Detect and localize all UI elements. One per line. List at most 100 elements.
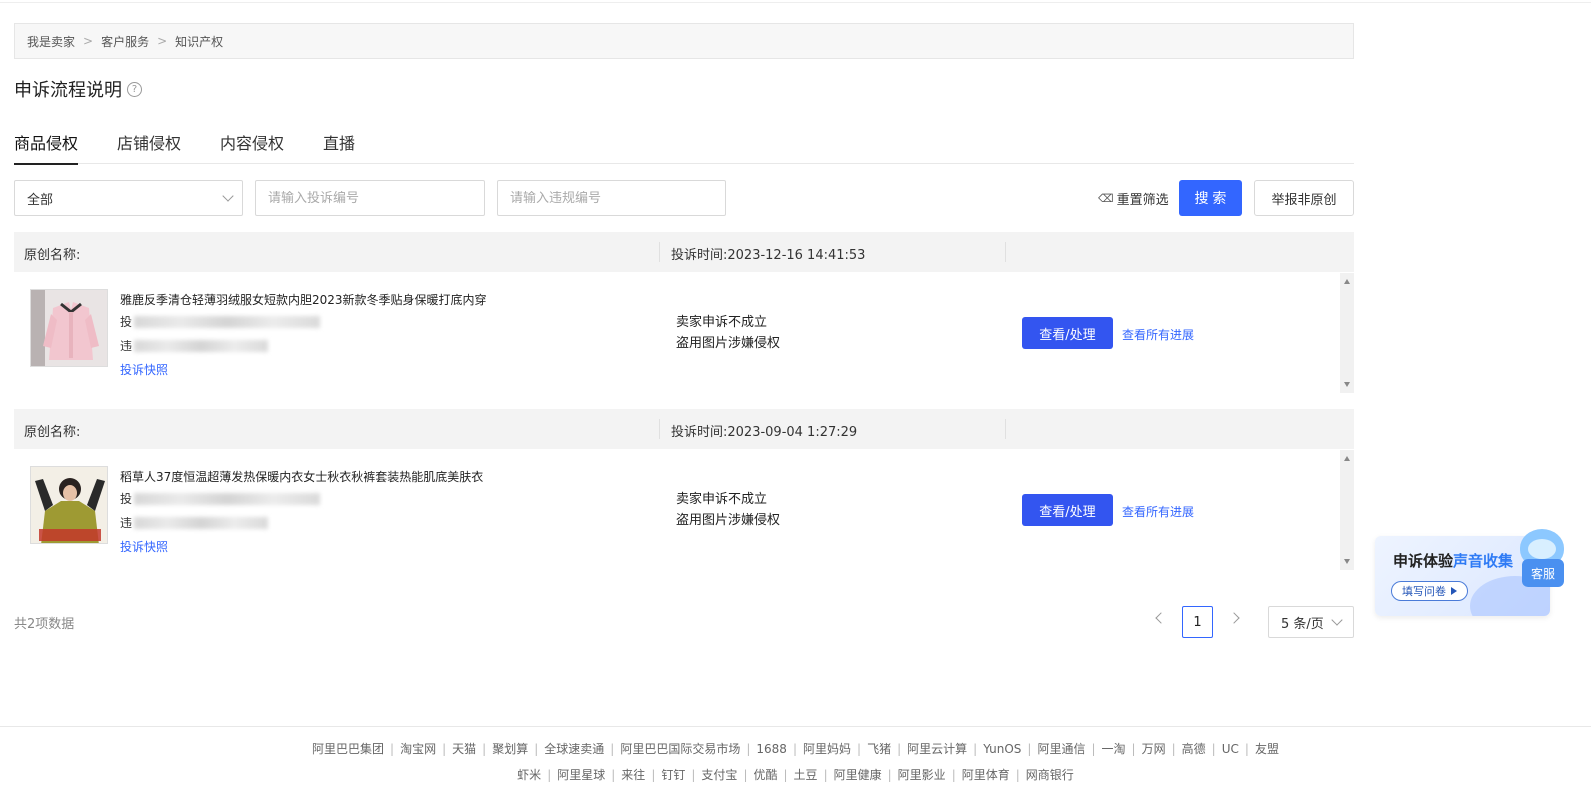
footer-link[interactable]: 钉钉 <box>661 768 685 782</box>
reset-filter-label: 重置筛选 <box>1116 193 1169 208</box>
footer-link[interactable]: 阿里巴巴国际交易市场 <box>620 742 740 756</box>
search-button[interactable]: 搜 索 <box>1179 180 1242 216</box>
column-divider <box>659 242 660 262</box>
footer-separator: | <box>390 742 395 756</box>
chevron-left-icon[interactable] <box>1155 612 1167 624</box>
view-handle-button[interactable]: 查看/处理 <box>1022 317 1113 349</box>
record-row: 雅鹿反季清仓轻薄羽绒服女短款内胆2023新款冬季贴身保暖打底内穿 投 违 投诉快… <box>14 273 1354 393</box>
view-all-progress-link[interactable]: 查看所有进展 <box>1122 326 1194 343</box>
tab-shop-infringement[interactable]: 店铺侵权 <box>117 118 181 164</box>
tab-product-infringement[interactable]: 商品侵权 <box>14 118 79 165</box>
violation-number-input[interactable] <box>510 190 725 206</box>
footer-separator: | <box>611 768 616 782</box>
footer-link[interactable]: 来往 <box>621 768 645 782</box>
footer-link[interactable]: 阿里妈妈 <box>803 742 851 756</box>
page-title-row: 申诉流程说明 ? <box>14 76 142 102</box>
column-divider <box>659 419 660 439</box>
reset-filter-button[interactable]: ⌫ 重置筛选 <box>1098 189 1169 208</box>
chevron-right-icon[interactable] <box>1228 612 1240 624</box>
page-size-select[interactable]: 5 条/页 <box>1268 606 1354 638</box>
footer-link[interactable]: 聚划算 <box>492 742 528 756</box>
breadcrumb-item-seller[interactable]: 我是卖家 <box>27 33 75 50</box>
help-icon[interactable]: ? <box>127 81 142 97</box>
original-name-label: 原创名称: <box>24 425 81 440</box>
footer-link[interactable]: 阿里通信 <box>1037 742 1085 756</box>
chevron-down-icon <box>1331 614 1343 626</box>
fill-survey-button[interactable]: 填写问卷 <box>1391 581 1468 601</box>
footer-separator: | <box>691 768 696 782</box>
view-all-progress-link[interactable]: 查看所有进展 <box>1122 503 1194 520</box>
top-divider <box>0 2 1591 3</box>
report-non-original-button[interactable]: 举报非原创 <box>1254 180 1354 216</box>
customer-service-label: 客服 <box>1522 559 1564 587</box>
type-select[interactable]: 全部 <box>14 180 243 216</box>
customer-service-widget[interactable]: 客服 <box>1518 529 1566 589</box>
footer-link[interactable]: 阿里体育 <box>962 768 1010 782</box>
footer-separator: | <box>897 742 902 756</box>
footer-link[interactable]: 天猫 <box>452 742 476 756</box>
status-reason: 盗用图片涉嫌侵权 <box>676 336 781 351</box>
breadcrumb-separator: > <box>83 34 94 48</box>
footer-link[interactable]: 飞猪 <box>867 742 891 756</box>
product-thumbnail[interactable] <box>30 289 108 367</box>
product-thumbnail[interactable] <box>30 466 108 544</box>
footer-separator: | <box>951 768 956 782</box>
footer-divider <box>0 726 1591 727</box>
footer-link[interactable]: 网商银行 <box>1026 768 1074 782</box>
footer-link[interactable]: 全球速卖通 <box>544 742 604 756</box>
eraser-icon: ⌫ <box>1098 192 1114 205</box>
view-handle-button[interactable]: 查看/处理 <box>1022 494 1113 526</box>
status-reason: 盗用图片涉嫌侵权 <box>676 513 781 528</box>
footer-separator: | <box>547 768 552 782</box>
row-scrollbar[interactable] <box>1340 450 1354 570</box>
footer-link[interactable]: 一淘 <box>1102 742 1126 756</box>
footer-link[interactable]: 虾米 <box>517 768 541 782</box>
footer-link[interactable]: 高德 <box>1182 742 1206 756</box>
footer-link[interactable]: 友盟 <box>1255 742 1279 756</box>
footer-separator: | <box>792 742 797 756</box>
violation-id-row: 违 <box>120 337 269 354</box>
tab-live[interactable]: 直播 <box>323 118 355 164</box>
footer-separator: | <box>1027 742 1032 756</box>
redacted-value <box>134 516 269 529</box>
footer-link[interactable]: 阿里影业 <box>898 768 946 782</box>
page-title: 申诉流程说明 <box>14 80 122 101</box>
footer-separator: | <box>857 742 862 756</box>
complaint-number-field[interactable] <box>255 180 485 216</box>
footer-link[interactable]: 支付宝 <box>701 768 737 782</box>
footer-link[interactable]: 阿里星球 <box>557 768 605 782</box>
footer-link[interactable]: UC <box>1222 742 1239 756</box>
footer-link[interactable]: 淘宝网 <box>400 742 436 756</box>
complaint-time: 投诉时间:2023-09-04 1:27:29 <box>671 425 858 440</box>
footer-separator: | <box>610 742 615 756</box>
scroll-up-arrow-icon[interactable] <box>1344 279 1350 284</box>
complaint-id-row: 投 <box>120 490 321 507</box>
footer-separator: | <box>783 768 788 782</box>
footer-separator: | <box>1091 742 1096 756</box>
footer-separator: | <box>534 742 539 756</box>
scroll-up-arrow-icon[interactable] <box>1344 456 1350 461</box>
complaint-snapshot-link[interactable]: 投诉快照 <box>120 361 168 378</box>
footer-link[interactable]: 阿里巴巴集团 <box>312 742 384 756</box>
footer-separator: | <box>651 768 656 782</box>
footer-link[interactable]: 1688 <box>756 742 787 756</box>
footer-link[interactable]: 阿里云计算 <box>907 742 967 756</box>
complaint-number-input[interactable] <box>268 190 484 206</box>
breadcrumb: 我是卖家 > 客户服务 > 知识产权 <box>14 23 1354 59</box>
footer-link[interactable]: 优酷 <box>753 768 777 782</box>
row-scrollbar[interactable] <box>1340 273 1354 393</box>
footer-link[interactable]: 万网 <box>1142 742 1166 756</box>
footer-link[interactable]: YunOS <box>983 742 1021 756</box>
complaint-snapshot-link[interactable]: 投诉快照 <box>120 538 168 555</box>
breadcrumb-item-customer-service[interactable]: 客户服务 <box>101 33 149 50</box>
footer-link[interactable]: 阿里健康 <box>834 768 882 782</box>
product-name: 稻草人37度恒温超薄发热保暖内衣女士秋衣秋裤套装热能肌底美肤衣 <box>120 470 484 484</box>
footer-link[interactable]: 土豆 <box>794 768 818 782</box>
scroll-down-arrow-icon[interactable] <box>1344 382 1350 387</box>
tab-content-infringement[interactable]: 内容侵权 <box>220 118 284 164</box>
breadcrumb-item-ip: 知识产权 <box>175 34 224 49</box>
scroll-down-arrow-icon[interactable] <box>1344 559 1350 564</box>
footer-separator: | <box>973 742 978 756</box>
violation-number-field[interactable] <box>497 180 726 216</box>
page-number-current[interactable]: 1 <box>1182 606 1213 638</box>
